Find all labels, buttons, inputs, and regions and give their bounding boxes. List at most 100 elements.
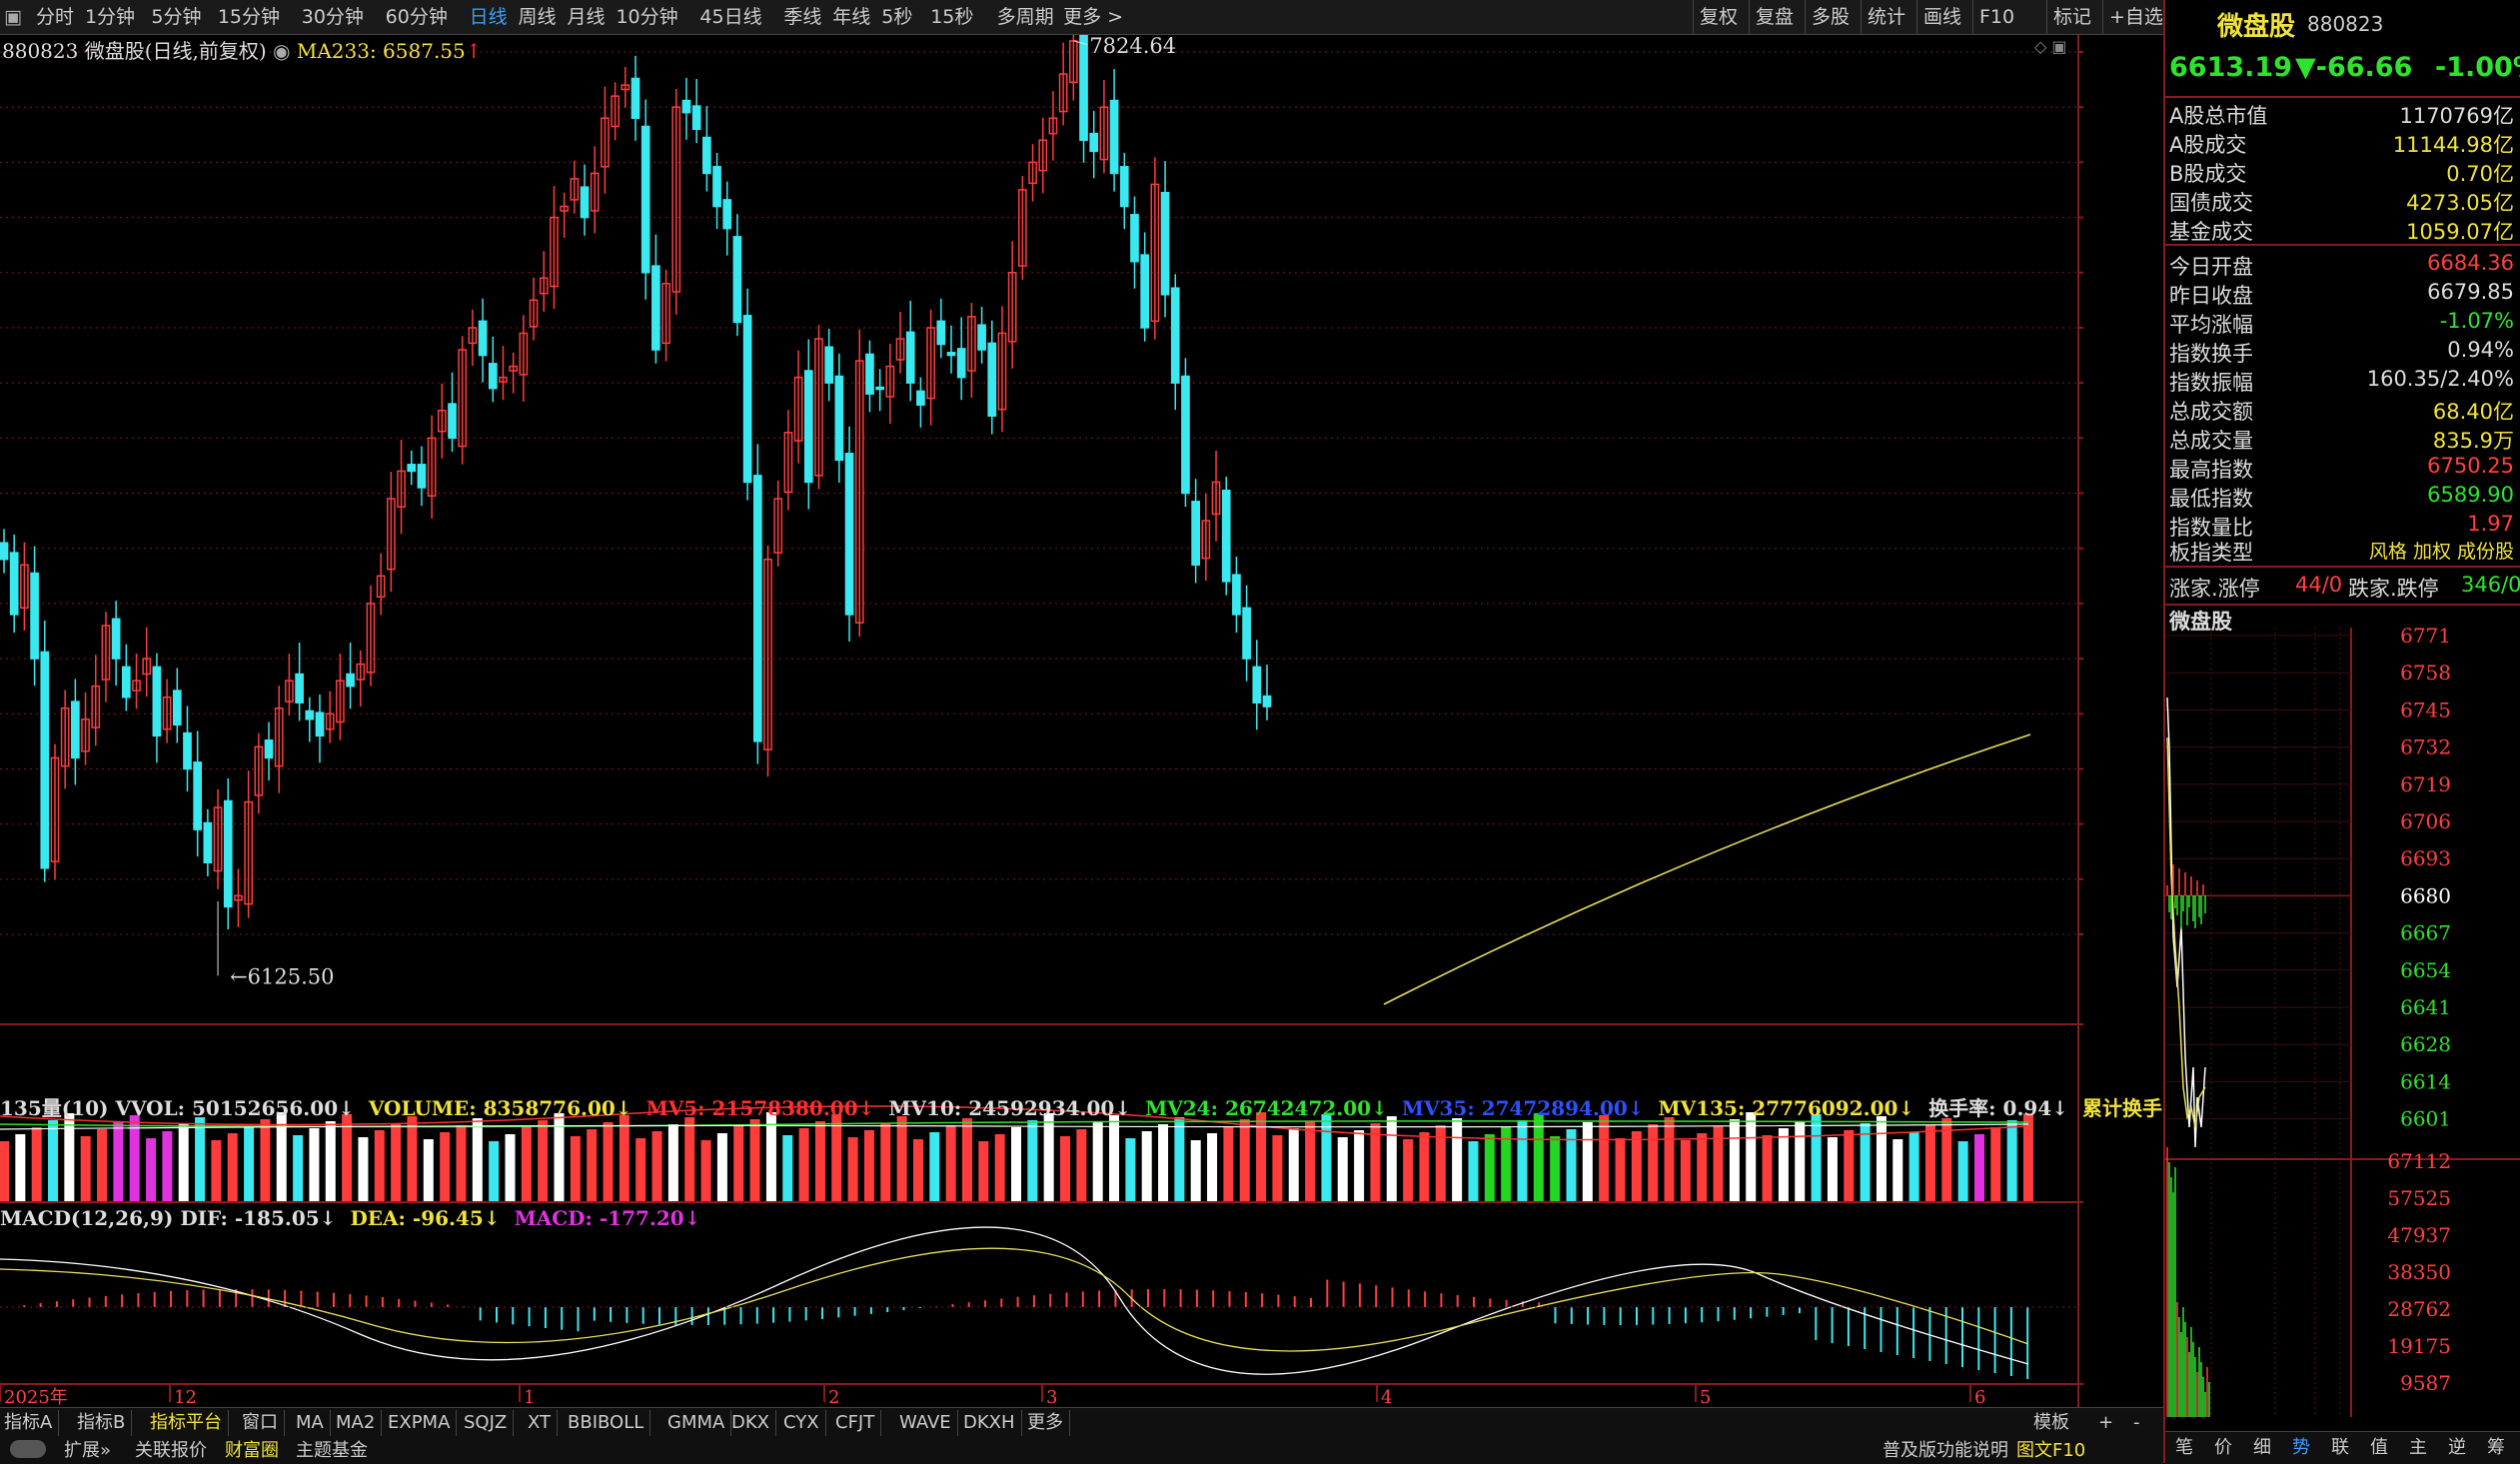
volume-bar[interactable]: [716, 1133, 727, 1201]
volume-bar[interactable]: [831, 1114, 842, 1201]
candle[interactable]: [50, 743, 60, 880]
volume-bar[interactable]: [863, 1130, 874, 1201]
volume-bar[interactable]: [635, 1138, 646, 1201]
candle[interactable]: [458, 336, 468, 465]
volume-legend-item[interactable]: 135量(10) VVOL: 50152656.00↓: [0, 1096, 355, 1120]
volume-legend-item[interactable]: MV10: 24592934.00↓: [888, 1096, 1131, 1120]
candle[interactable]: [1099, 80, 1109, 174]
period-tab[interactable]: 15分钟: [218, 0, 280, 34]
candle[interactable]: [905, 300, 915, 402]
candle[interactable]: [101, 612, 111, 703]
volume-bar[interactable]: [1517, 1120, 1528, 1201]
indicator-tab[interactable]: MA: [296, 1410, 331, 1436]
candle[interactable]: [20, 542, 29, 631]
candle[interactable]: [611, 82, 620, 141]
volume-bar[interactable]: [1631, 1131, 1642, 1201]
candle[interactable]: [1058, 42, 1068, 126]
candle[interactable]: [630, 55, 640, 141]
volume-bar[interactable]: [358, 1137, 369, 1201]
macd-legend-item[interactable]: MACD(12,26,9) DIF: -185.05↓: [0, 1206, 336, 1230]
period-tab[interactable]: 日线: [470, 0, 508, 34]
volume-bar[interactable]: [1076, 1129, 1087, 1201]
candle[interactable]: [1232, 556, 1241, 634]
indicator-tab[interactable]: EXPMA: [388, 1410, 458, 1436]
volume-bar[interactable]: [1109, 1115, 1120, 1201]
volume-bar[interactable]: [1713, 1126, 1724, 1201]
indicator-tab[interactable]: CFJT: [835, 1410, 882, 1436]
candle[interactable]: [305, 697, 315, 742]
volume-bar[interactable]: [1403, 1139, 1414, 1201]
volume-bar[interactable]: [325, 1121, 336, 1201]
candle[interactable]: [742, 288, 752, 501]
volume-bar[interactable]: [31, 1127, 42, 1201]
volume-bar[interactable]: [407, 1116, 418, 1201]
indicator-right-button[interactable]: 模板: [2033, 1410, 2069, 1436]
chart-corner-icons[interactable]: ◇ ▣: [2034, 37, 2067, 56]
period-tab[interactable]: 1分钟: [85, 0, 135, 34]
candle[interactable]: [132, 654, 141, 710]
candle[interactable]: [1201, 494, 1211, 582]
volume-bar[interactable]: [1550, 1136, 1561, 1201]
volume-bar[interactable]: [0, 1141, 9, 1201]
candle[interactable]: [9, 534, 19, 634]
indicator-tab[interactable]: WAVE: [899, 1410, 958, 1436]
volume-bar[interactable]: [1158, 1124, 1169, 1201]
volume-bar[interactable]: [2006, 1120, 2017, 1201]
volume-bar[interactable]: [1811, 1114, 1822, 1201]
volume-bar[interactable]: [1762, 1135, 1773, 1201]
volume-bar[interactable]: [1844, 1130, 1855, 1201]
volume-bar[interactable]: [961, 1118, 972, 1201]
volume-bar[interactable]: [113, 1122, 124, 1201]
candle[interactable]: [183, 706, 192, 792]
bottom-tab[interactable]: 财富圈: [225, 1438, 279, 1464]
candle[interactable]: [1089, 111, 1099, 179]
candle[interactable]: [916, 377, 925, 428]
period-tab[interactable]: 季线: [783, 0, 821, 34]
mini-tab[interactable]: 价: [2214, 1435, 2232, 1461]
volume-bar[interactable]: [700, 1140, 711, 1201]
indicator-right-button[interactable]: +: [2098, 1410, 2113, 1436]
volume-bar[interactable]: [749, 1119, 760, 1201]
indicator-tab[interactable]: 更多: [1027, 1410, 1070, 1436]
period-tab[interactable]: 周线: [519, 0, 557, 34]
volume-bar[interactable]: [1908, 1132, 1919, 1201]
volume-bar[interactable]: [1648, 1124, 1659, 1201]
volume-bar[interactable]: [570, 1136, 581, 1201]
candle[interactable]: [264, 722, 274, 781]
mini-tab[interactable]: 细: [2253, 1435, 2271, 1461]
volume-bar[interactable]: [489, 1141, 500, 1201]
mini-tab[interactable]: 势: [2292, 1435, 2310, 1461]
candle[interactable]: [1018, 176, 1027, 280]
bottom-tab[interactable]: 主题基金: [296, 1438, 368, 1464]
volume-bar[interactable]: [1305, 1121, 1316, 1201]
candle[interactable]: [203, 808, 213, 877]
volume-bar[interactable]: [1729, 1119, 1740, 1201]
indicator-tab[interactable]: DKX: [731, 1410, 776, 1436]
candle[interactable]: [1130, 196, 1139, 289]
volume-bar[interactable]: [244, 1126, 255, 1201]
volume-bar[interactable]: [945, 1125, 956, 1201]
volume-legend-item[interactable]: MV24: 26742472.00↓: [1145, 1096, 1388, 1120]
candle[interactable]: [366, 585, 376, 687]
candle[interactable]: [172, 668, 182, 743]
candle[interactable]: [967, 303, 976, 399]
ma233-label[interactable]: MA233: 6587.55: [297, 39, 466, 63]
volume-bar[interactable]: [798, 1128, 809, 1201]
volume-bar[interactable]: [293, 1135, 304, 1201]
volume-bar[interactable]: [162, 1131, 173, 1201]
candle[interactable]: [875, 369, 884, 412]
candle[interactable]: [223, 777, 233, 930]
period-tab[interactable]: 分时: [36, 0, 74, 34]
toggle-switch[interactable]: [10, 1440, 46, 1458]
candle[interactable]: [671, 88, 681, 315]
menu-icon[interactable]: ▣: [4, 0, 22, 34]
volume-bar[interactable]: [619, 1115, 630, 1201]
volume-bar[interactable]: [733, 1126, 744, 1201]
candle[interactable]: [60, 690, 70, 789]
volume-bar[interactable]: [276, 1112, 287, 1201]
candle[interactable]: [152, 653, 162, 763]
volume-bar[interactable]: [15, 1134, 26, 1201]
candle[interactable]: [1170, 274, 1180, 411]
mini-tab[interactable]: 逆: [2448, 1435, 2466, 1461]
candle[interactable]: [1211, 451, 1221, 542]
